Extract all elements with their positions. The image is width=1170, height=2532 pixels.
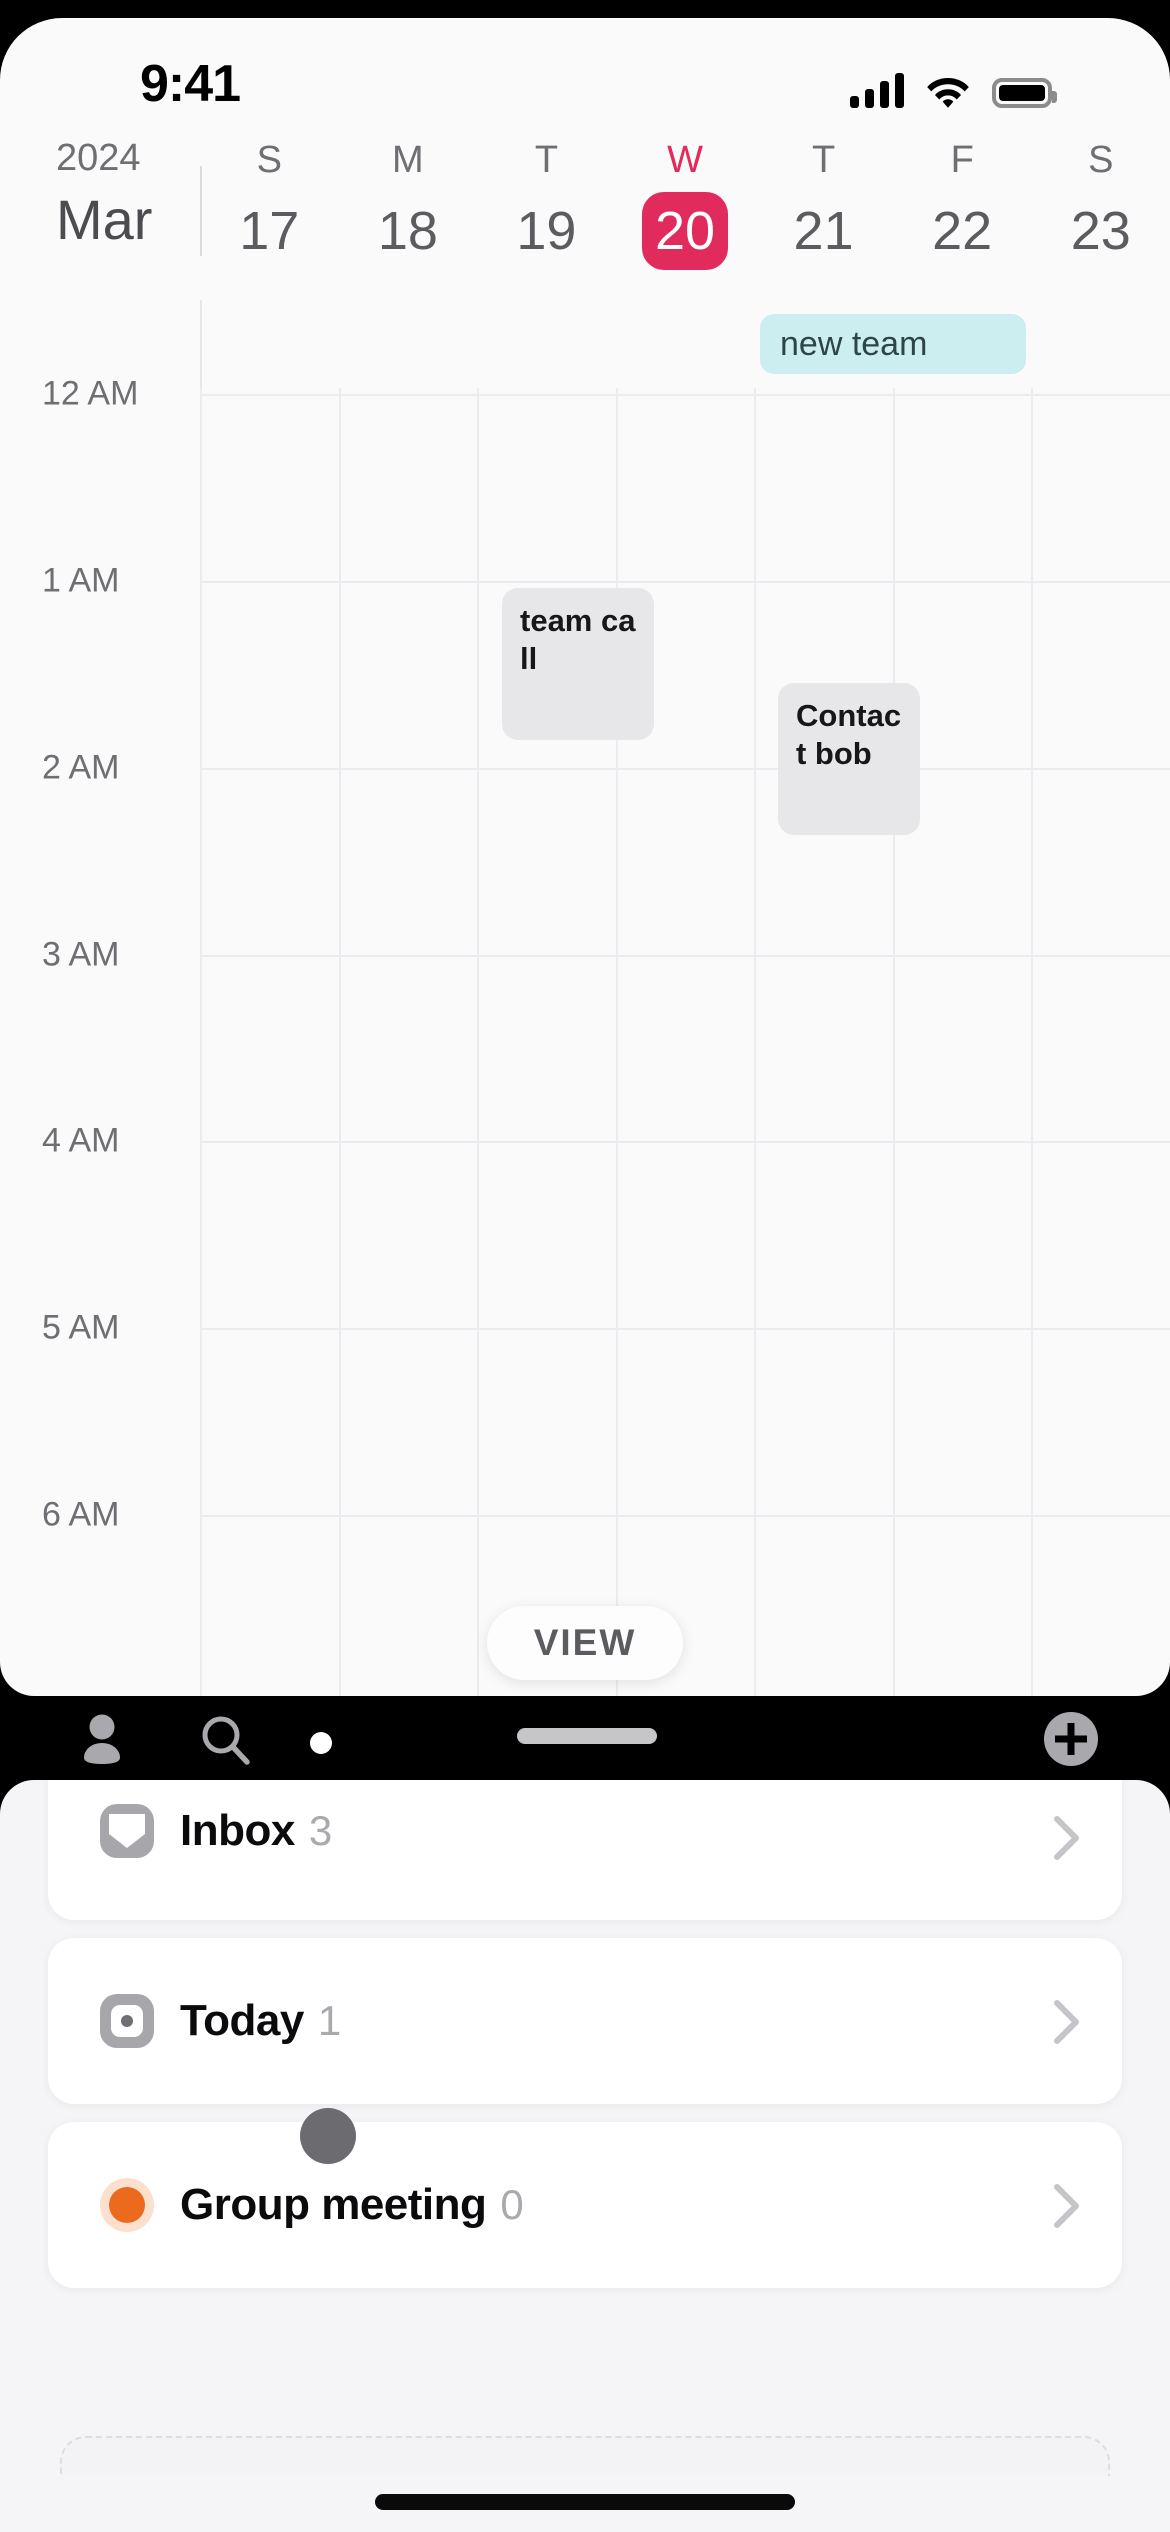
day-column-23[interactable]: S 23	[1031, 136, 1170, 300]
phone-screen: 9:41 2024 Mar S 17 M 18 T 19 W 20 T 21 F 22 S 23	[0, 0, 1170, 2532]
chevron-right-icon[interactable]	[1054, 1816, 1080, 1860]
calendar-time-grid[interactable]: 12 AM 1 AM 2 AM 3 AM 4 AM 5 AM 6 AM team call …	[0, 375, 1170, 1696]
day-column-18[interactable]: M 18	[339, 136, 478, 300]
year-label: 2024	[56, 137, 141, 179]
day-number-label: 22	[932, 201, 993, 261]
list-row-label: Inbox	[180, 1806, 295, 1855]
home-indicator-area	[0, 2476, 1170, 2532]
drag-handle[interactable]	[517, 1728, 657, 1744]
hour-label: 3 AM	[42, 935, 120, 974]
grid-column-line	[477, 388, 479, 1696]
touch-cursor-indicator	[300, 2108, 356, 2164]
list-row-count: 0	[500, 2181, 524, 2228]
day-column-21[interactable]: T 21	[754, 136, 893, 300]
today-target-icon	[100, 1994, 154, 2048]
event-contact-bob[interactable]: Contact bob	[778, 683, 920, 835]
hour-label: 6 AM	[42, 1495, 120, 1534]
status-bar-time: 9:41	[140, 55, 241, 113]
list-row-count: 3	[308, 1807, 333, 1854]
day-column-19[interactable]: T 19	[477, 136, 616, 300]
hour-label: 4 AM	[42, 1121, 120, 1160]
calendar-panel: 9:41 2024 Mar S 17 M 18 T 19 W 20 T 21 F 22 S 23	[0, 18, 1170, 1696]
grid-column-line	[200, 388, 202, 1696]
all-day-row: new team	[0, 300, 1170, 388]
orange-circle-icon	[100, 2178, 154, 2232]
grid-hour-line	[200, 1515, 1170, 1517]
list-row-today[interactable]: Today 1	[48, 1938, 1122, 2104]
chevron-right-icon[interactable]	[1054, 2000, 1080, 2044]
all-day-divider	[200, 300, 202, 388]
day-of-week-label: T	[534, 139, 559, 181]
grid-hour-line	[200, 1328, 1170, 1330]
list-row-group-meeting[interactable]: Group meeting 0	[48, 2108, 1122, 2288]
home-indicator[interactable]	[375, 2494, 795, 2510]
inbox-envelope-icon	[100, 1804, 154, 1858]
list-row-label: Group meeting	[180, 2180, 487, 2229]
grid-hour-line	[200, 768, 1170, 770]
cellular-bars-icon	[850, 72, 904, 108]
day-of-week-label: S	[1088, 139, 1114, 181]
grid-column-line	[754, 388, 756, 1696]
status-bar: 9:41	[0, 18, 1170, 136]
day-number-label: 18	[377, 201, 438, 261]
hour-label: 5 AM	[42, 1308, 120, 1347]
month-year-label: 2024 Mar	[56, 136, 196, 260]
status-bar-icons	[850, 66, 1057, 108]
battery-full-icon	[992, 78, 1057, 108]
day-of-week-label: T	[811, 139, 836, 181]
calendar-date-header: 2024 Mar S 17 M 18 T 19 W 20 T 21 F 22 S 23	[0, 136, 1170, 300]
hour-label: 1 AM	[42, 561, 120, 600]
event-team-call[interactable]: team call	[502, 588, 654, 740]
grid-column-line	[339, 388, 341, 1696]
hour-label: 2 AM	[42, 748, 120, 787]
grid-column-line	[1031, 388, 1033, 1696]
day-column-22[interactable]: F 22	[893, 136, 1032, 300]
bottom-toolbar	[0, 1696, 1170, 1780]
day-of-week-label: F	[950, 139, 974, 181]
day-number-label: 21	[793, 201, 854, 261]
day-column-20[interactable]: W 20	[616, 136, 755, 300]
day-of-week-label: S	[256, 139, 282, 181]
person-icon[interactable]	[75, 1714, 129, 1764]
grid-lines	[200, 388, 1170, 1696]
hour-label: 12 AM	[42, 374, 139, 413]
day-strip: S 17 M 18 T 19 W 20 T 21 F 22 S 23	[200, 136, 1170, 300]
grid-column-line	[616, 388, 618, 1696]
list-row-count: 1	[317, 1997, 342, 2044]
grid-hour-line	[200, 955, 1170, 957]
day-number-label: 23	[1070, 201, 1131, 261]
day-number-label: 17	[239, 201, 300, 261]
grid-hour-line	[200, 394, 1170, 396]
grid-hour-line	[200, 1141, 1170, 1143]
day-number-label: 20	[642, 192, 729, 270]
list-row-label: Today	[180, 1996, 304, 2045]
plus-circle-icon[interactable]	[1042, 1710, 1100, 1768]
dot-indicator-icon[interactable]	[310, 1732, 332, 1754]
day-number-label: 19	[516, 201, 577, 261]
chevron-right-icon[interactable]	[1054, 2184, 1080, 2228]
month-label: Mar	[56, 188, 153, 251]
view-button[interactable]: VIEW	[487, 1606, 683, 1680]
grid-hour-line	[200, 581, 1170, 583]
search-icon[interactable]	[200, 1714, 252, 1766]
day-of-week-label: M	[392, 139, 424, 181]
day-of-week-label: W	[667, 139, 703, 181]
wifi-icon	[927, 78, 969, 108]
lists-sheet: Inbox 3 Today 1 Group meeting 0	[0, 1780, 1170, 2532]
all-day-event-new-team[interactable]: new team	[760, 314, 1026, 374]
list-row-inbox[interactable]: Inbox 3	[48, 1780, 1122, 1920]
grid-column-line	[893, 388, 895, 1696]
day-column-17[interactable]: S 17	[200, 136, 339, 300]
